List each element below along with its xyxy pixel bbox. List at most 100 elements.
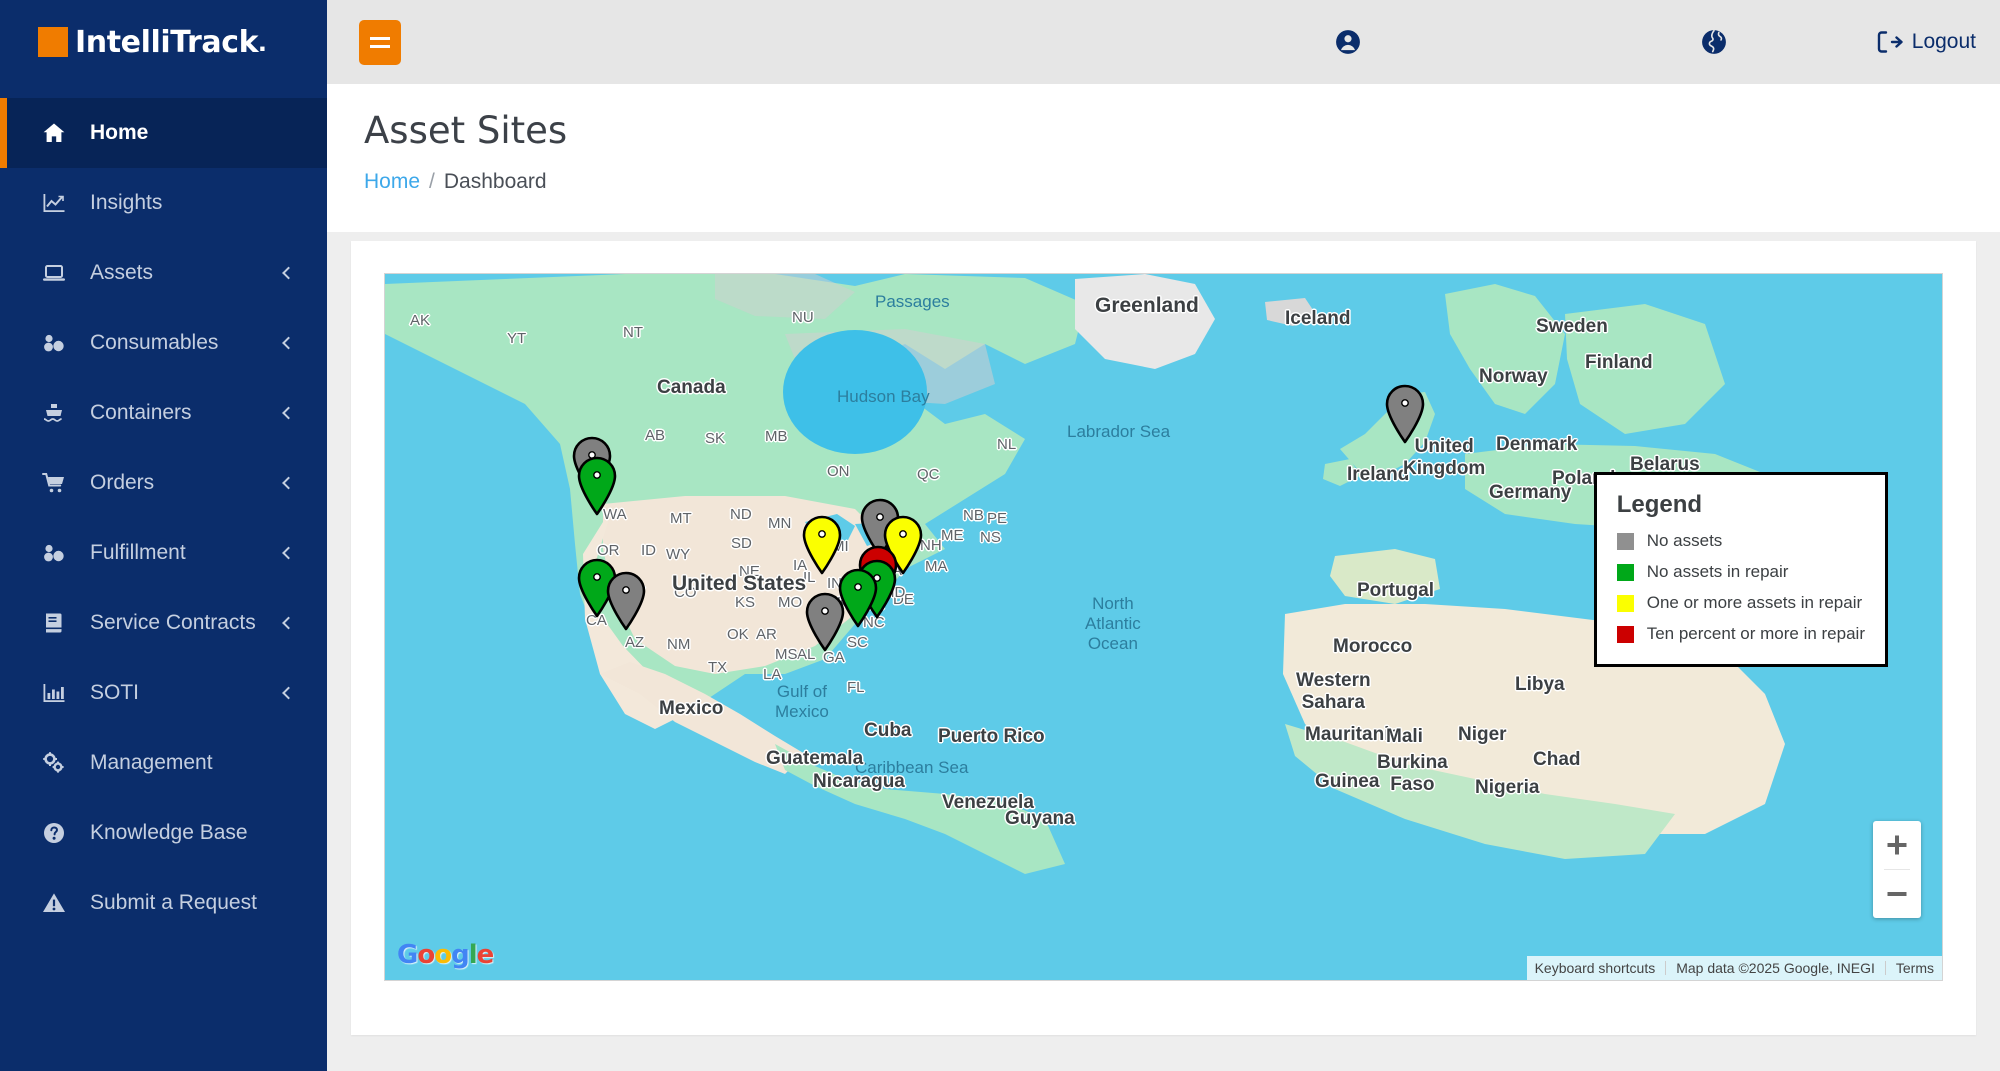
sidebar-item-insights[interactable]: Insights <box>0 168 327 238</box>
sidebar-item-service-contracts[interactable]: Service Contracts <box>0 588 327 658</box>
legend-color-swatch <box>1617 626 1634 643</box>
google-logo: Google <box>397 940 493 970</box>
plus-icon <box>1886 834 1908 856</box>
attribution-divider <box>1885 961 1886 975</box>
user-menu-button[interactable] <box>1335 29 1361 55</box>
chevron-left-icon <box>282 617 295 630</box>
brand-logo[interactable]: IntelliTrack . <box>0 0 327 84</box>
map-marker[interactable] <box>575 456 619 516</box>
language-button[interactable] <box>1701 29 1727 55</box>
attribution-divider <box>1665 961 1666 975</box>
sidebar-item-consumables[interactable]: Consumables <box>0 308 327 378</box>
sidebar-item-knowledge-base[interactable]: Knowledge Base <box>0 798 327 868</box>
globe-icon <box>1701 29 1727 55</box>
map-zoom-controls <box>1873 821 1921 918</box>
boxes-icon <box>41 540 71 566</box>
legend-entry-label: One or more assets in repair <box>1647 593 1862 613</box>
breadcrumb-home-link[interactable]: Home <box>364 170 420 194</box>
map-marker[interactable] <box>800 515 844 575</box>
chevron-left-icon <box>282 337 295 350</box>
sidebar-item-soti[interactable]: SOTI <box>0 658 327 728</box>
chart-bar-icon <box>41 681 67 705</box>
terms-link[interactable]: Terms <box>1896 960 1934 976</box>
legend-entry: No assets <box>1617 531 1865 551</box>
chevron-left-icon <box>282 477 295 490</box>
sidebar-item-orders[interactable]: Orders <box>0 448 327 518</box>
chevron-left-icon <box>282 687 295 700</box>
gears-icon <box>41 751 67 775</box>
sidebar-item-label: SOTI <box>90 681 139 705</box>
breadcrumb: Home / Dashboard <box>364 170 2000 220</box>
boxes-icon <box>41 541 67 565</box>
book-icon <box>41 611 67 635</box>
keyboard-shortcuts-link[interactable]: Keyboard shortcuts <box>1535 960 1656 976</box>
warning-triangle-icon <box>41 890 71 916</box>
user-circle-icon <box>1335 29 1361 55</box>
map-marker[interactable] <box>604 571 648 631</box>
map-attribution: Keyboard shortcuts Map data ©2025 Google… <box>1527 956 1942 980</box>
legend-entry: No assets in repair <box>1617 562 1865 582</box>
map-legend: Legend No assets No assets in repair One o… <box>1594 472 1888 667</box>
chevron-left-icon <box>282 547 295 560</box>
sidebar-item-label: Consumables <box>90 331 218 355</box>
legend-entry-label: Ten percent or more in repair <box>1647 624 1865 644</box>
logo-square-icon <box>38 27 68 57</box>
sidebar-item-management[interactable]: Management <box>0 728 327 798</box>
hamburger-icon-bar <box>370 37 390 40</box>
sidebar-item-assets[interactable]: Assets <box>0 238 327 308</box>
ship-icon <box>41 401 67 425</box>
sidebar-item-label: Assets <box>90 261 153 285</box>
sidebar-item-label: Containers <box>90 401 192 425</box>
map-pin-icon <box>803 592 847 652</box>
chevron-left-icon <box>282 267 295 280</box>
question-circle-icon <box>41 820 71 846</box>
sidebar-item-label: Submit a Request <box>90 891 257 915</box>
question-circle-icon <box>41 821 67 845</box>
chevron-left-icon <box>282 407 295 420</box>
asset-sites-map[interactable]: AKYTNTNUPassagesGreenlandIcelandSwedenNo… <box>384 273 1943 981</box>
zoom-in-button[interactable] <box>1873 821 1921 869</box>
top-bar-right: Logout <box>1335 0 1976 84</box>
sidebar-item-containers[interactable]: Containers <box>0 378 327 448</box>
menu-toggle-button[interactable] <box>359 20 401 65</box>
map-data-text: Map data ©2025 Google, INEGI <box>1676 960 1875 976</box>
map-marker[interactable] <box>1383 384 1427 444</box>
sidebar-item-label: Home <box>90 121 148 145</box>
legend-entry: One or more assets in repair <box>1617 593 1865 613</box>
breadcrumb-current: Dashboard <box>444 170 547 194</box>
zoom-out-button[interactable] <box>1873 870 1921 918</box>
legend-title: Legend <box>1617 491 1865 519</box>
cart-icon <box>41 471 67 495</box>
sidebar-item-fulfillment[interactable]: Fulfillment <box>0 518 327 588</box>
map-marker[interactable] <box>803 592 847 652</box>
sidebar-item-label: Knowledge Base <box>90 821 248 845</box>
sidebar-item-label: Insights <box>90 191 162 215</box>
sidebar-item-label: Service Contracts <box>90 611 256 635</box>
boxes-icon <box>41 331 67 355</box>
logout-label: Logout <box>1912 30 1976 54</box>
legend-color-swatch <box>1617 533 1634 550</box>
page-header: Asset Sites Home / Dashboard <box>327 84 2000 220</box>
legend-entry-label: No assets <box>1647 531 1723 551</box>
google-logo-g2: g <box>451 940 469 970</box>
laptop-icon <box>41 260 71 286</box>
chart-line-icon <box>41 191 67 215</box>
laptop-icon <box>41 261 67 285</box>
home-icon <box>41 121 67 145</box>
brand-trademark: . <box>258 25 266 59</box>
sidebar: IntelliTrack . Home Insights Assets Consuma… <box>0 0 327 1071</box>
minus-icon <box>1886 883 1908 905</box>
main-area: Logout Asset Sites Home / Dashboard <box>327 0 2000 1071</box>
page-title: Asset Sites <box>364 110 2000 153</box>
sidebar-item-submit-a-request[interactable]: Submit a Request <box>0 868 327 938</box>
gears-icon <box>41 750 71 776</box>
logout-button[interactable]: Logout <box>1877 30 1976 54</box>
google-logo-o2: o <box>434 940 451 970</box>
map-pin-icon <box>604 571 648 631</box>
chart-bar-icon <box>41 680 71 706</box>
legend-entries: No assets No assets in repair One or more … <box>1617 531 1865 644</box>
map-landmasses <box>385 274 1805 981</box>
sidebar-item-home[interactable]: Home <box>0 98 327 168</box>
google-logo-g: G <box>397 940 417 970</box>
hamburger-icon-bar <box>370 45 390 48</box>
